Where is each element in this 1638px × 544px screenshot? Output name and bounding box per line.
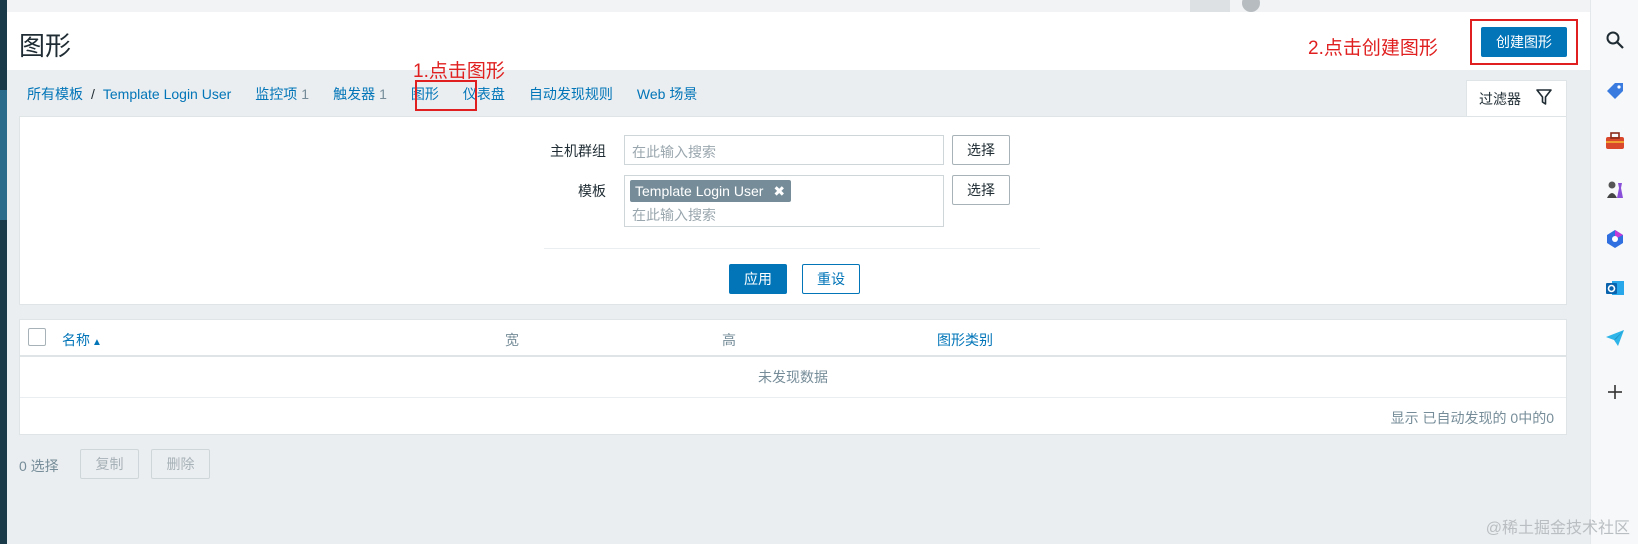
- annotation-step1: 1.点击图形: [413, 61, 505, 82]
- host-group-select-button[interactable]: 选择: [952, 135, 1010, 165]
- template-multiselect[interactable]: Template Login User ✖ 在此输入搜索: [624, 175, 944, 227]
- plus-icon[interactable]: [1603, 380, 1627, 404]
- search-icon[interactable]: [1603, 28, 1627, 52]
- column-height: 高: [722, 332, 736, 348]
- column-graph-type[interactable]: 图形类别: [937, 330, 993, 350]
- tab-discovery-rules[interactable]: 自动发现规则: [529, 84, 613, 104]
- template-tag: Template Login User ✖: [630, 180, 792, 202]
- tab-web-scenarios[interactable]: Web 场景: [637, 84, 697, 104]
- host-group-input[interactable]: 在此输入搜索: [624, 135, 944, 165]
- filter-tab-label: 过滤器: [1479, 90, 1521, 107]
- watermark: @稀土掘金技术社区: [1485, 520, 1630, 537]
- apply-button[interactable]: 应用: [729, 264, 787, 294]
- annotation-highlight-graphs: [415, 80, 477, 111]
- breadcrumb-template-name[interactable]: Template Login User: [103, 86, 231, 102]
- empty-text: 未发现数据: [758, 369, 828, 385]
- template-select-button[interactable]: 选择: [952, 175, 1010, 205]
- host-group-label: 主机群组: [550, 143, 606, 159]
- template-label: 模板: [578, 183, 606, 199]
- column-width: 宽: [505, 332, 519, 348]
- delete-button[interactable]: 删除: [151, 449, 210, 479]
- reset-button[interactable]: 重设: [802, 264, 860, 294]
- annotation-step2: 2.点击创建图形: [1308, 38, 1438, 59]
- copy-button[interactable]: 复制: [80, 449, 139, 479]
- browser-top-strip: [7, 0, 1590, 12]
- table-header: 名称 ▲ 宽 高 图形类别: [20, 320, 1566, 357]
- column-name[interactable]: 名称 ▲: [62, 330, 102, 350]
- filter-panel: 主机群组 在此输入搜索 选择 模板 Template Login User ✖ …: [19, 116, 1567, 305]
- column-name-label: 名称: [62, 332, 90, 348]
- table-footer-summary: 显示 已自动发现的 0中的0: [1390, 410, 1554, 426]
- sort-asc-icon: ▲: [92, 337, 102, 348]
- toolbox-icon[interactable]: [1603, 129, 1627, 153]
- tab-items-count: 1: [301, 86, 310, 102]
- template-nav: 所有模板 / Template Login User 监控项 1 触发器 1 图形 …: [27, 84, 697, 104]
- template-tag-label: Template Login User: [635, 183, 764, 199]
- selected-count: 0 选择: [19, 458, 59, 474]
- outlook-icon[interactable]: [1603, 276, 1627, 300]
- left-window-edge: [0, 0, 7, 544]
- breadcrumb-separator: /: [91, 86, 95, 102]
- tab-triggers[interactable]: 触发器 1: [333, 84, 387, 104]
- breadcrumb-all-templates[interactable]: 所有模板: [27, 84, 83, 104]
- tab-triggers-count: 1: [379, 86, 387, 102]
- tab-items[interactable]: 监控项 1: [255, 84, 309, 104]
- graphs-table: 名称 ▲ 宽 高 图形类别 未发现数据 显示 已自动发现的 0中的0: [19, 319, 1567, 435]
- empty-row: 未发现数据: [20, 357, 1566, 398]
- tab-triggers-label: 触发器: [333, 86, 376, 102]
- tab-items-label: 监控项: [255, 86, 298, 102]
- host-group-placeholder: 在此输入搜索: [632, 144, 716, 160]
- page-title: 图形: [19, 31, 72, 61]
- send-icon[interactable]: [1603, 326, 1627, 350]
- filter-divider: [544, 248, 1040, 249]
- tag-icon[interactable]: [1603, 79, 1627, 103]
- annotation-highlight-create: [1470, 19, 1578, 65]
- filter-icon: [1535, 88, 1553, 109]
- browser-sidebar: [1590, 0, 1638, 544]
- template-placeholder: 在此输入搜索: [632, 207, 716, 223]
- chess-icon[interactable]: [1603, 178, 1627, 202]
- remove-tag-icon[interactable]: ✖: [773, 183, 785, 200]
- select-all-checkbox[interactable]: [28, 328, 46, 346]
- filter-tab[interactable]: 过滤器: [1466, 80, 1567, 116]
- copilot-icon[interactable]: [1603, 227, 1627, 251]
